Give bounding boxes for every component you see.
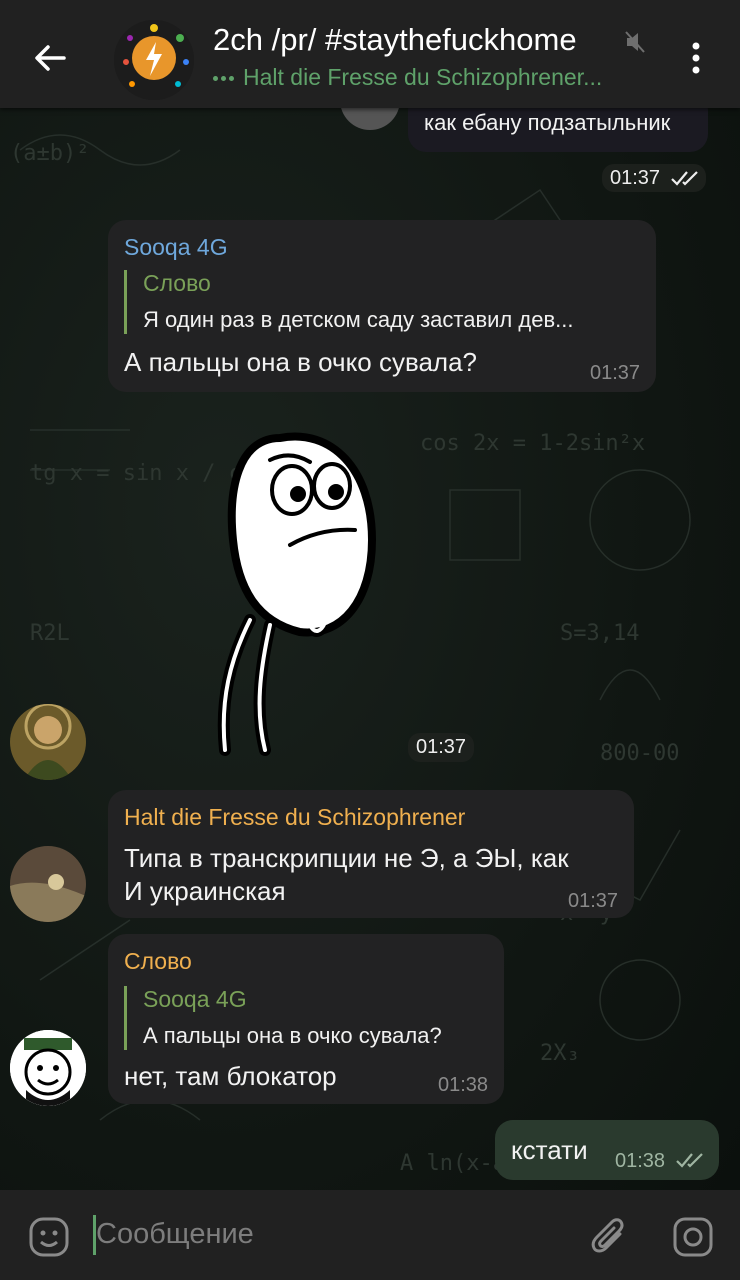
more-menu-icon[interactable]	[686, 40, 706, 80]
sticker-time: 01:37	[408, 733, 475, 762]
message-bubble-outgoing[interactable]: кстати 01:38	[495, 1120, 719, 1180]
message-bubble[interactable]: Слово Sooqa 4G А пальцы она в очко сувал…	[108, 934, 504, 1104]
reply-quote[interactable]: Sooqa 4G А пальцы она в очко сувала?	[124, 986, 503, 1050]
sender-name[interactable]: Sooqa 4G	[124, 234, 228, 261]
sticker-thinking-face[interactable]	[210, 420, 390, 760]
sender-name[interactable]: Halt die Fresse du Schizophrener	[124, 804, 465, 831]
reply-quote[interactable]: Слово Я один раз в детском саду заставил…	[124, 270, 643, 334]
svg-text:800-00: 800-00	[600, 741, 679, 766]
svg-text:cos 2x = 1-2sin²x: cos 2x = 1-2sin²x	[420, 431, 645, 456]
camera-icon[interactable]	[672, 1216, 714, 1258]
typing-user: Halt die Fresse du Schizophrener...	[243, 64, 603, 90]
avatar[interactable]	[10, 1030, 86, 1106]
svg-text:S=3,14: S=3,14	[560, 621, 639, 646]
svg-text:2X₃: 2X₃	[540, 1041, 580, 1066]
svg-text:(a±b)²: (a±b)²	[10, 141, 89, 166]
double-check-icon	[676, 1153, 703, 1168]
message-time: 01:37	[590, 362, 641, 384]
reply-text: Я один раз в детском саду заставил дев..…	[143, 307, 574, 332]
attach-paperclip-icon[interactable]	[590, 1216, 630, 1258]
message-text-line1: Типа в транскрипции не Э, а ЭЫ, как	[124, 843, 569, 873]
reply-name: Sooqa 4G	[143, 986, 247, 1012]
sender-name[interactable]: Слово	[124, 948, 192, 975]
chat-title[interactable]: 2ch /pr/ #staythefuckhome	[213, 22, 577, 58]
message-time: 01:38	[438, 1074, 489, 1096]
chat-header: 2ch /pr/ #staythefuckhome Halt die Fress…	[0, 0, 740, 108]
message-text: нет, там блокатор	[124, 1061, 337, 1091]
reply-text: А пальцы она в очко сувала?	[143, 1023, 442, 1048]
message-text-line2: И украинская	[124, 876, 286, 906]
message-text: кстати	[511, 1135, 588, 1165]
message-text: как ебану подзатыльник	[424, 110, 671, 135]
message-time: 01:38	[615, 1150, 666, 1172]
muted-icon	[624, 30, 646, 59]
avatar[interactable]	[10, 846, 86, 922]
message-input[interactable]: Сообщение	[96, 1218, 254, 1251]
reply-name: Слово	[143, 270, 211, 296]
message-bubble[interactable]: Sooqa 4G Слово Я один раз в детском саду…	[108, 220, 656, 392]
svg-text:R2L: R2L	[30, 621, 70, 646]
message-bubble[interactable]: Halt die Fresse du Schizophrener Типа в …	[108, 790, 634, 918]
double-check-icon	[671, 171, 698, 186]
avatar[interactable]	[10, 704, 86, 780]
emoji-icon[interactable]	[28, 1216, 70, 1258]
back-arrow-icon[interactable]	[28, 36, 72, 80]
typing-status: Halt die Fresse du Schizophrener...	[213, 64, 653, 91]
typing-dots-icon	[213, 64, 243, 91]
message-time: 01:37	[610, 167, 661, 189]
message-time: 01:37	[568, 890, 619, 912]
group-avatar[interactable]	[114, 20, 194, 100]
time-badge: 01:37	[602, 164, 706, 192]
message-text: А пальцы она в очко сувала?	[124, 347, 478, 377]
